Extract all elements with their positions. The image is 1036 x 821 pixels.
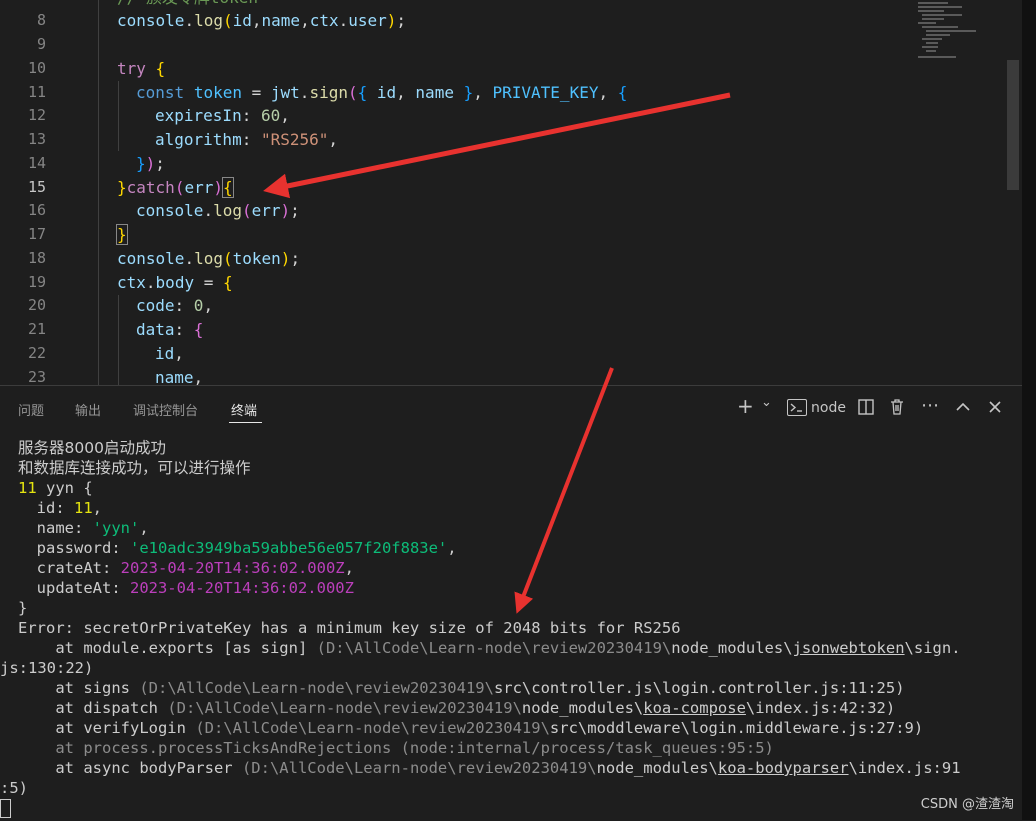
terminal-line: password: 'e10adc3949ba59abbe56e057f20f8… bbox=[18, 539, 457, 557]
code-line-21: data: { bbox=[136, 320, 204, 339]
code-line-12: expiresIn: 60, bbox=[155, 106, 290, 125]
tab-problems[interactable]: 问题 bbox=[18, 400, 44, 419]
indent-guide bbox=[98, 0, 99, 385]
line-number: 19 bbox=[27, 273, 46, 291]
line-number: 11 bbox=[27, 83, 46, 101]
line-number-active: 15 bbox=[27, 178, 46, 196]
more-actions-icon[interactable]: ⋯ bbox=[921, 395, 939, 416]
stack-trace-line: at module.exports [as sign] (D:\AllCode\… bbox=[18, 639, 961, 657]
code-line-17: } bbox=[116, 224, 128, 245]
editor-scrollbar[interactable] bbox=[1006, 0, 1020, 385]
terminal-line: name: 'yyn', bbox=[18, 519, 149, 537]
bottom-panel: 问题 输出 调试控制台 终端 + ⌄ node ⋯ 服务器8000启动成功 和数… bbox=[0, 385, 1022, 821]
terminal-line: updateAt: 2023-04-20T14:36:02.000Z bbox=[18, 579, 354, 597]
line-number: 18 bbox=[27, 249, 46, 267]
indent-guide bbox=[118, 295, 119, 385]
code-editor[interactable]: 8 9 10 11 12 13 14 15 16 17 18 19 20 21 … bbox=[0, 0, 1036, 385]
stack-trace-line: at signs (D:\AllCode\Learn-node\review20… bbox=[18, 679, 905, 697]
terminal-icon[interactable] bbox=[787, 399, 807, 416]
terminal-line: id: 11, bbox=[18, 499, 103, 517]
split-terminal-icon[interactable] bbox=[857, 398, 875, 416]
terminal-prompt[interactable] bbox=[0, 798, 1018, 818]
code-line-14: }); bbox=[136, 154, 165, 173]
terminal-line: 和数据库连接成功，可以进行操作 bbox=[18, 459, 251, 477]
terminal-cursor bbox=[0, 799, 11, 818]
maximize-panel-icon[interactable] bbox=[954, 398, 972, 416]
stack-trace-line: at dispatch (D:\AllCode\Learn-node\revie… bbox=[18, 699, 896, 717]
tab-debug-console[interactable]: 调试控制台 bbox=[133, 400, 198, 419]
line-number: 13 bbox=[27, 130, 46, 148]
code-line-18: console.log(token); bbox=[117, 249, 301, 268]
line-number: 17 bbox=[27, 225, 46, 243]
code-line-19: ctx.body = { bbox=[117, 273, 233, 292]
code-line-22: id, bbox=[155, 344, 184, 363]
line-number: 20 bbox=[27, 296, 46, 314]
stack-trace-line: at async bodyParser (D:\AllCode\Learn-no… bbox=[18, 759, 961, 777]
stack-trace-line: at verifyLogin (D:\AllCode\Learn-node\re… bbox=[18, 719, 924, 737]
line-number: 12 bbox=[27, 106, 46, 124]
code-line-8: console.log(id,name,ctx.user); bbox=[117, 11, 407, 30]
line-number: 9 bbox=[36, 35, 46, 53]
line-number: 23 bbox=[27, 368, 46, 385]
code-line-15: }catch(err){ bbox=[117, 177, 234, 198]
trash-icon[interactable] bbox=[888, 398, 906, 416]
code-line-13: algorithm: "RS256", bbox=[155, 130, 339, 149]
line-number: 16 bbox=[27, 201, 46, 219]
terminal-line: 11 yyn { bbox=[18, 479, 93, 497]
code-line-20: code: 0, bbox=[136, 296, 214, 315]
window-edge bbox=[1022, 0, 1036, 820]
code-line-10: try { bbox=[117, 59, 166, 78]
minimap[interactable] bbox=[912, 0, 1004, 385]
terminal-error-line: Error: secretOrPrivateKey has a minimum … bbox=[18, 619, 681, 637]
terminal-line: 服务器8000启动成功 bbox=[18, 439, 166, 457]
watermark: CSDN @渣渣淘 bbox=[920, 797, 1014, 812]
code-line-11: const token = jwt.sign({ id, name }, PRI… bbox=[136, 83, 628, 102]
active-tab-indicator bbox=[229, 422, 262, 423]
add-terminal-icon[interactable]: + bbox=[737, 394, 754, 418]
close-panel-icon[interactable] bbox=[986, 398, 1004, 416]
code-line-23: name, bbox=[155, 368, 204, 385]
terminal-line: crateAt: 2023-04-20T14:36:02.000Z, bbox=[18, 559, 354, 577]
terminal-shell-label[interactable]: node bbox=[811, 400, 846, 416]
stack-trace-line: js:130:22) bbox=[0, 659, 94, 677]
line-number: 10 bbox=[27, 59, 46, 77]
line-number: 22 bbox=[27, 344, 46, 362]
tab-output[interactable]: 输出 bbox=[75, 400, 101, 419]
editor-scroll-thumb[interactable] bbox=[1007, 60, 1019, 190]
indent-guide bbox=[118, 81, 119, 151]
stack-trace-line: :5) bbox=[0, 779, 28, 797]
chevron-down-icon[interactable]: ⌄ bbox=[761, 395, 772, 410]
tab-terminal[interactable]: 终端 bbox=[231, 400, 257, 419]
terminal-output[interactable]: 服务器8000启动成功 和数据库连接成功，可以进行操作 11 yyn { id:… bbox=[0, 438, 1018, 818]
line-number: 14 bbox=[27, 154, 46, 172]
terminal-line: } bbox=[18, 599, 28, 617]
stack-trace-line: at process.processTicksAndRejections (no… bbox=[18, 739, 774, 757]
code-line-16: console.log(err); bbox=[136, 201, 300, 220]
line-number: 21 bbox=[27, 320, 46, 338]
line-number: 8 bbox=[36, 11, 46, 29]
